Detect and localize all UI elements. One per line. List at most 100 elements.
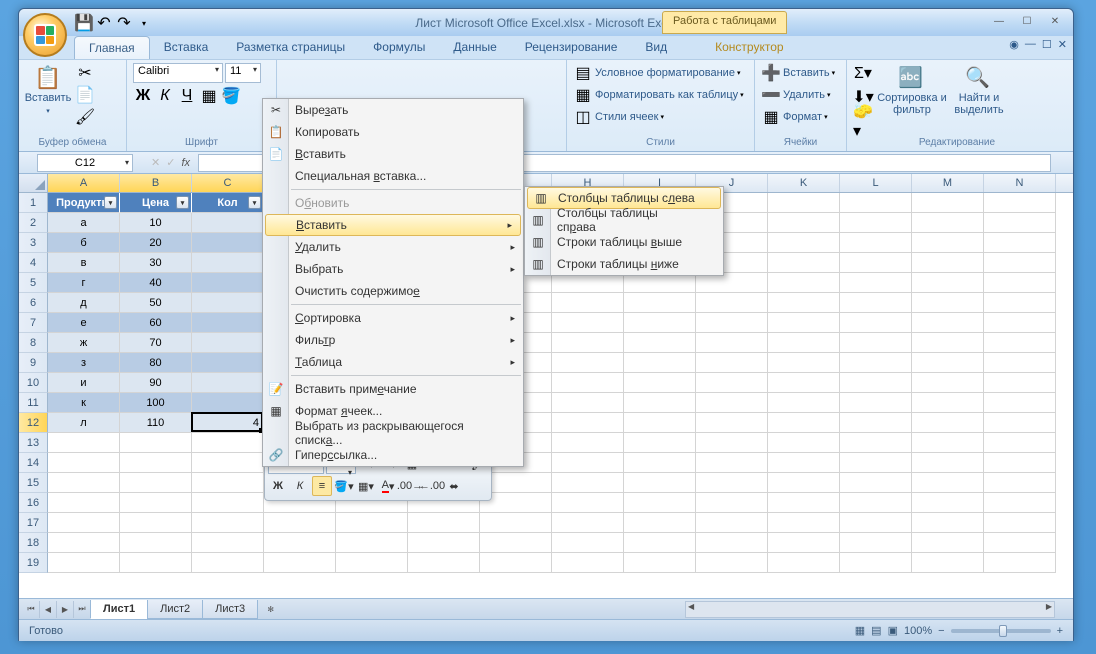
cell[interactable]: [696, 293, 768, 313]
cell[interactable]: [48, 453, 120, 473]
fill-color-button[interactable]: 🪣: [221, 86, 241, 106]
zoom-out-button[interactable]: −: [938, 625, 944, 637]
cell[interactable]: [912, 513, 984, 533]
cell[interactable]: [336, 553, 408, 573]
underline-button[interactable]: Ч: [177, 86, 197, 106]
cell[interactable]: [984, 393, 1056, 413]
table-cell[interactable]: д: [48, 293, 120, 313]
table-cell[interactable]: [192, 253, 264, 273]
context-menu-item[interactable]: 🔗Гиперссылка...: [263, 444, 523, 466]
table-cell[interactable]: к: [48, 393, 120, 413]
cell[interactable]: [768, 373, 840, 393]
cell[interactable]: [984, 273, 1056, 293]
cell[interactable]: [840, 373, 912, 393]
cell[interactable]: [48, 533, 120, 553]
paste-button[interactable]: 📋 Вставить ▾: [25, 63, 71, 115]
context-menu-item[interactable]: ✂Вырезать: [263, 99, 523, 121]
context-menu-item[interactable]: 📄Вставить: [263, 143, 523, 165]
table-cell[interactable]: л: [48, 413, 120, 433]
table-cell[interactable]: 40: [120, 273, 192, 293]
cell[interactable]: [624, 533, 696, 553]
conditional-formatting-button[interactable]: ▤Условное форматирование▾: [573, 63, 740, 83]
ribbon-tab-3[interactable]: Формулы: [359, 36, 439, 59]
cell[interactable]: [552, 273, 624, 293]
submenu-item[interactable]: ▥Столбцы таблицы справа: [525, 209, 723, 231]
row-header-12[interactable]: 12: [19, 413, 48, 433]
cell[interactable]: [984, 493, 1056, 513]
cell[interactable]: [768, 213, 840, 233]
cell[interactable]: [552, 333, 624, 353]
cell[interactable]: [840, 393, 912, 413]
table-cell[interactable]: 30: [120, 253, 192, 273]
table-cell[interactable]: [192, 213, 264, 233]
cell[interactable]: [480, 533, 552, 553]
cell[interactable]: [768, 533, 840, 553]
table-cell[interactable]: 50: [120, 293, 192, 313]
sheet-nav-last[interactable]: ⏭: [74, 601, 91, 618]
doc-close-button[interactable]: ✕: [1058, 38, 1067, 51]
mini-inc-decimal-icon[interactable]: ←.00: [422, 476, 442, 496]
cell[interactable]: [264, 513, 336, 533]
cell[interactable]: [984, 353, 1056, 373]
cell[interactable]: [48, 473, 120, 493]
sheet-nav-prev[interactable]: ◀: [40, 601, 57, 618]
cell[interactable]: [480, 513, 552, 533]
cell[interactable]: [552, 433, 624, 453]
cell[interactable]: [840, 253, 912, 273]
cell[interactable]: [120, 473, 192, 493]
cell[interactable]: [912, 413, 984, 433]
cell[interactable]: [840, 473, 912, 493]
cell[interactable]: [912, 393, 984, 413]
office-button[interactable]: [23, 13, 67, 57]
col-header-M[interactable]: M: [912, 174, 984, 192]
ribbon-tab-1[interactable]: Вставка: [150, 36, 223, 59]
cell[interactable]: [120, 493, 192, 513]
cell[interactable]: [624, 553, 696, 573]
cell[interactable]: [984, 233, 1056, 253]
cell[interactable]: [120, 553, 192, 573]
context-menu-item[interactable]: Таблица: [263, 351, 523, 373]
cell[interactable]: [120, 513, 192, 533]
cell[interactable]: [192, 493, 264, 513]
row-header-4[interactable]: 4: [19, 253, 48, 273]
copy-icon[interactable]: 📄: [75, 85, 95, 105]
cell[interactable]: [552, 453, 624, 473]
cell[interactable]: [408, 533, 480, 553]
cell[interactable]: [552, 533, 624, 553]
cell[interactable]: [192, 513, 264, 533]
cell[interactable]: [192, 473, 264, 493]
table-cell[interactable]: 110: [120, 413, 192, 433]
cell[interactable]: [840, 553, 912, 573]
cell[interactable]: [840, 193, 912, 213]
table-cell[interactable]: [192, 353, 264, 373]
table-header[interactable]: Кол▾: [192, 193, 264, 213]
cell[interactable]: [696, 393, 768, 413]
view-pagebreak-icon[interactable]: ▣: [888, 624, 898, 637]
cell[interactable]: [984, 193, 1056, 213]
cell[interactable]: [984, 373, 1056, 393]
cell[interactable]: [840, 453, 912, 473]
cell[interactable]: [408, 513, 480, 533]
context-menu-item[interactable]: Фильтр: [263, 329, 523, 351]
ribbon-tab-7[interactable]: Конструктор: [701, 36, 797, 59]
cell[interactable]: [696, 373, 768, 393]
cell[interactable]: [696, 333, 768, 353]
help-icon[interactable]: ◉: [1009, 38, 1019, 51]
row-header-13[interactable]: 13: [19, 433, 48, 453]
table-cell[interactable]: 70: [120, 333, 192, 353]
cell[interactable]: [768, 413, 840, 433]
table-cell[interactable]: 90: [120, 373, 192, 393]
cell[interactable]: [624, 513, 696, 533]
cell[interactable]: [984, 253, 1056, 273]
cell[interactable]: [912, 493, 984, 513]
table-cell[interactable]: ж: [48, 333, 120, 353]
font-name-select[interactable]: Calibri: [133, 63, 223, 83]
cell[interactable]: [552, 373, 624, 393]
context-menu-item[interactable]: Специальная вставка...: [263, 165, 523, 187]
cell[interactable]: [912, 293, 984, 313]
row-header-19[interactable]: 19: [19, 553, 48, 573]
cell[interactable]: [624, 473, 696, 493]
cell[interactable]: [48, 433, 120, 453]
context-menu-item[interactable]: Удалить: [263, 236, 523, 258]
submenu-item[interactable]: ▥Строки таблицы выше: [525, 231, 723, 253]
